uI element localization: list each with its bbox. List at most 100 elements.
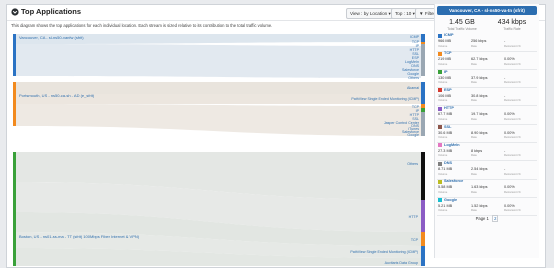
- source-node-boston[interactable]: [13, 152, 16, 266]
- application-row[interactable]: DNS 8.71 MB Volume 2.54 kbps Rate - Retransmit…: [437, 161, 537, 180]
- application-row-header: HTTP: [437, 106, 537, 111]
- rate-stat: 8 kbps Rate: [471, 149, 504, 158]
- application-row[interactable]: ESP 106 MB Volume 30.8 kbps Rate - Retransmit …: [437, 88, 537, 107]
- location-detail-panel: Vancouver, CA - sl-ns50-va-tn (sfrit) 1.…: [434, 4, 539, 258]
- rate-unit: Rate: [471, 98, 477, 103]
- application-row[interactable]: HTTP 67.7 MB Volume 19.7 kbps Rate 0.00% Retra…: [437, 106, 537, 125]
- rate-value: 256 kbps: [471, 39, 487, 43]
- rate-stat: 256 kbps Rate: [471, 39, 504, 48]
- rate-stat: 62.7 kbps Rate: [471, 57, 504, 66]
- target-node-auvitaris[interactable]: [421, 258, 425, 266]
- application-name[interactable]: LogMeIn: [444, 143, 460, 148]
- retransmit-unit: Retransmit %: [504, 189, 521, 194]
- view-by-dropdown[interactable]: View : by Location ▾: [346, 8, 395, 19]
- retransmit-unit: Retransmit %: [504, 153, 521, 158]
- view-by-label: View : by Location: [350, 11, 388, 16]
- rate-value: 62.7 kbps: [471, 57, 488, 62]
- target-node-tcp-p[interactable]: [421, 104, 425, 108]
- panel-location-title: Vancouver, CA - sl-ns50-va-tn (sfrit): [437, 6, 537, 15]
- application-row[interactable]: LogMeIn 27.3 MB Volume 8 kbps Rate - Retransmi…: [437, 143, 537, 162]
- application-row[interactable]: ICMP 966 MB Volume 256 kbps Rate - Retransmit …: [437, 33, 537, 52]
- volume-unit: Volume: [438, 80, 448, 85]
- application-row-header: Google: [437, 198, 537, 203]
- target-node-http-boston[interactable]: [421, 200, 425, 232]
- source-node-portsmouth[interactable]: [13, 82, 16, 126]
- retransmit-unit: Retransmit %: [504, 61, 521, 66]
- filter-icon: ▼: [419, 11, 424, 16]
- target-node-pathview-p[interactable]: [421, 94, 425, 104]
- application-row-header: ESP: [437, 88, 537, 93]
- target-node-ip-p[interactable]: [421, 108, 425, 112]
- widget-title: Top Applications: [21, 7, 81, 16]
- retransmit-stat: 0.00% Retransmit %: [504, 185, 537, 194]
- application-row[interactable]: Google 5.21 MB Volume 1.52 kbps Rate 0.00% Ret…: [437, 198, 537, 217]
- volume-stat: 219 MB Volume: [438, 57, 471, 66]
- retransmit-stat: 0.00% Retransmit %: [504, 57, 537, 66]
- source-node-vancouver[interactable]: [13, 34, 16, 76]
- application-name[interactable]: SSL: [444, 125, 451, 130]
- application-name[interactable]: Google: [444, 198, 457, 203]
- rate-stat: 1.63 kbps Rate: [471, 185, 504, 194]
- retransmit-stat: 0.00% Retransmit %: [504, 112, 537, 121]
- page-current[interactable]: 1: [487, 216, 489, 221]
- source-label-boston[interactable]: Boston, US - ns01-ss-ma - TT (sfrit) 100…: [19, 234, 140, 239]
- application-row[interactable]: SSL 30.6 MB Volume 8.90 kbps Rate 0.00% Retran…: [437, 125, 537, 144]
- rate-unit: Rate: [471, 43, 477, 48]
- retransmit-value: 0.00%: [504, 112, 515, 117]
- volume-unit: Volume: [438, 116, 448, 121]
- retransmit-value: -: [504, 167, 506, 172]
- rate-stat: 30.8 kbps Rate: [471, 94, 504, 103]
- source-label-vancouver[interactable]: Vancouver, CA - sl-ns50-vanfw (sfrit): [19, 35, 84, 40]
- source-label-portsmouth[interactable]: Portsmouth, US - ns50-ca-sh - AD (e_sfri…: [19, 93, 95, 98]
- chart-description: This diagram shows the top applications …: [11, 23, 273, 28]
- volume-stat: 67.7 MB Volume: [438, 112, 471, 121]
- volume-stat: 5.21 MB Volume: [438, 204, 471, 213]
- target-label-b-http: HTTP: [409, 215, 419, 219]
- retransmit-unit: Retransmit %: [504, 116, 521, 121]
- application-name[interactable]: ICMP: [444, 33, 454, 38]
- volume-value: 219 MB: [438, 57, 452, 62]
- page-next[interactable]: 2: [492, 215, 499, 222]
- target-node-small-stack[interactable]: [421, 44, 425, 76]
- target-node-tcp-small[interactable]: [421, 42, 425, 44]
- color-swatch: [438, 33, 442, 38]
- rate-value: 19.7 kbps: [471, 112, 488, 117]
- volume-value: 106 MB: [438, 93, 452, 98]
- color-swatch: [438, 198, 442, 203]
- target-node-small-stack-p[interactable]: [421, 112, 425, 136]
- volume-value: 8.71 MB: [438, 167, 453, 172]
- application-row[interactable]: IP 130 MB Volume 37.9 kbps Rate - Retransmit %: [437, 70, 537, 89]
- retransmit-stat: - Retransmit %: [504, 39, 537, 48]
- volume-unit: Volume: [438, 189, 448, 194]
- volume-stat: 30.6 MB Volume: [438, 131, 471, 140]
- application-row[interactable]: TCP 219 MB Volume 62.7 kbps Rate 0.00% Retrans…: [437, 51, 537, 70]
- application-name[interactable]: Salesforce: [444, 179, 463, 184]
- rate-value: 37.9 kbps: [471, 75, 488, 80]
- application-name[interactable]: TCP: [444, 51, 452, 56]
- application-name[interactable]: ESP: [444, 88, 452, 93]
- volume-stat: 27.3 MB Volume: [438, 149, 471, 158]
- target-node-akamai[interactable]: [421, 82, 425, 94]
- volume-unit: Volume: [438, 43, 448, 48]
- application-name[interactable]: HTTP: [444, 106, 454, 111]
- target-node-others-boston[interactable]: [421, 152, 425, 200]
- target-node-pathview-boston[interactable]: [421, 246, 425, 258]
- application-row-header: TCP: [437, 51, 537, 56]
- flow-vancouver-others: [13, 44, 421, 78]
- application-row[interactable]: Salesforce 5.58 MB Volume 1.63 kbps Rate 0.00…: [437, 179, 537, 198]
- application-name[interactable]: IP: [444, 70, 448, 75]
- rate-unit: Rate: [471, 153, 477, 158]
- color-swatch: [438, 161, 442, 166]
- chevron-down-icon[interactable]: [11, 8, 19, 16]
- rate-value: 2.54 kbps: [471, 167, 488, 172]
- volume-unit: Volume: [438, 98, 448, 103]
- target-label-p-pathview: PathView Single Ended Monitoring (ICMP): [351, 97, 419, 101]
- application-row-header: LogMeIn: [437, 143, 537, 148]
- color-swatch: [438, 179, 442, 184]
- target-node-icmp[interactable]: [421, 34, 425, 42]
- application-row-header: ICMP: [437, 33, 537, 38]
- target-node-tcp-boston[interactable]: [421, 232, 425, 246]
- retransmit-unit: Retransmit %: [504, 208, 521, 213]
- application-name[interactable]: DNS: [444, 161, 452, 166]
- volume-stat: 966 MB Volume: [438, 39, 471, 48]
